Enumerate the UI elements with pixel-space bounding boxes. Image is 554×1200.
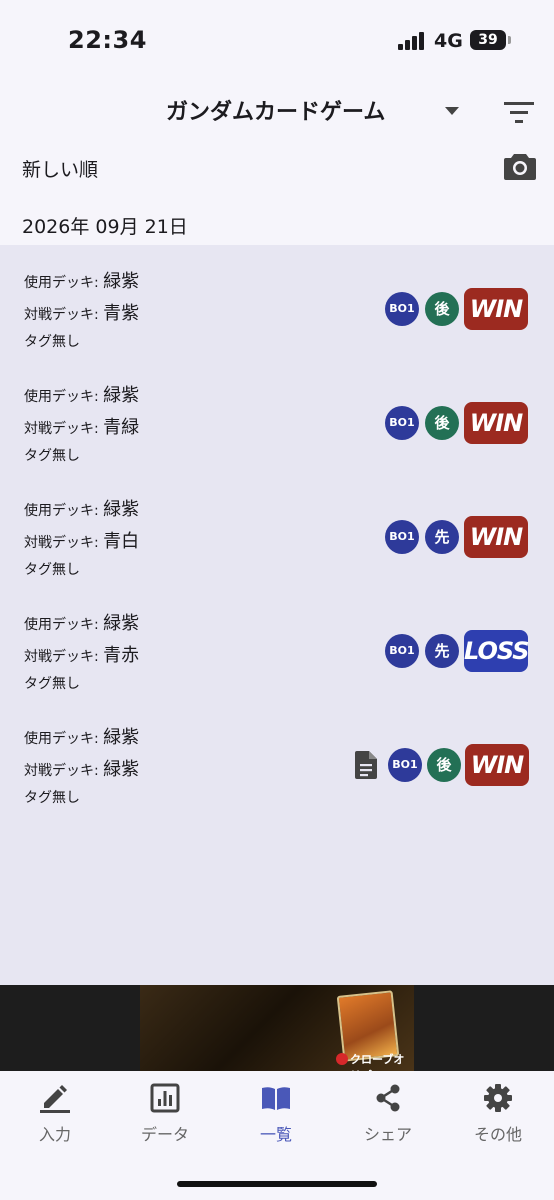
- tags-line: タグ無し: [24, 334, 80, 350]
- ad-logo-icon: [336, 1053, 348, 1065]
- format-badge: BO1: [385, 292, 419, 326]
- app-header: ガンダムカードゲーム: [0, 80, 554, 140]
- sort-row: 新しい順: [0, 145, 554, 190]
- opponent-deck-value: 青紫: [103, 303, 140, 324]
- chevron-down-icon: [445, 107, 459, 115]
- nav-label: 一覧: [259, 1125, 292, 1144]
- result-badge: WIN: [464, 402, 528, 444]
- used-deck-line: 使用デッキ: 緑紫: [24, 267, 139, 293]
- ad-image[interactable]: クローブオリパ: [140, 985, 414, 1071]
- app-title: ガンダムカードゲーム: [166, 100, 386, 125]
- game-selector[interactable]: ガンダムカードゲーム: [150, 90, 470, 130]
- home-indicator: [177, 1181, 377, 1187]
- battery-level: 39: [478, 32, 498, 48]
- match-row[interactable]: 使用デッキ: 緑紫 対戦デッキ: 青紫 タグ無し BO1 後 WIN: [0, 245, 554, 359]
- used-deck-value: 緑紫: [103, 385, 140, 406]
- nav-list[interactable]: 一覧: [221, 1071, 331, 1151]
- result-badge: WIN: [464, 288, 528, 330]
- turn-badge: 先: [425, 634, 459, 668]
- opponent-deck-label: 対戦デッキ:: [24, 307, 104, 323]
- format-badge: BO1: [385, 520, 419, 554]
- status-bar: 22:34 4G 39: [0, 0, 554, 80]
- format-badge: BO1: [388, 748, 422, 782]
- used-deck-label: 使用デッキ:: [24, 617, 104, 633]
- tags-line: タグ無し: [24, 790, 80, 806]
- used-deck-value: 緑紫: [103, 727, 140, 748]
- used-deck-line: 使用デッキ: 緑紫: [24, 381, 139, 407]
- nav-label: その他: [473, 1125, 522, 1144]
- used-deck-value: 緑紫: [103, 271, 140, 292]
- battery-icon: 39: [470, 30, 506, 50]
- used-deck-label: 使用デッキ:: [24, 389, 104, 405]
- match-row[interactable]: 使用デッキ: 緑紫 対戦デッキ: 緑紫 タグ無し BO1 後 WIN: [0, 701, 554, 815]
- tags-line: タグ無し: [24, 448, 80, 464]
- opponent-deck-label: 対戦デッキ:: [24, 649, 104, 665]
- opponent-deck-label: 対戦デッキ:: [24, 421, 104, 437]
- tags-line: タグ無し: [24, 676, 80, 692]
- match-row[interactable]: 使用デッキ: 緑紫 対戦デッキ: 青赤 タグ無し BO1 先 LOSS: [0, 587, 554, 701]
- share-icon: [376, 1084, 400, 1112]
- result-badge: LOSS: [464, 630, 530, 672]
- opponent-deck-value: 緑紫: [103, 759, 140, 780]
- nav-input[interactable]: 入力: [0, 1071, 110, 1151]
- used-deck-label: 使用デッキ:: [24, 275, 104, 291]
- chart-icon: [150, 1083, 180, 1113]
- result-badge: WIN: [465, 744, 529, 786]
- match-row[interactable]: 使用デッキ: 緑紫 対戦デッキ: 青白 タグ無し BO1 先 WIN: [0, 473, 554, 587]
- nav-other[interactable]: その他: [443, 1071, 553, 1151]
- turn-badge: 先: [425, 520, 459, 554]
- opponent-deck-value: 青赤: [103, 645, 140, 666]
- used-deck-line: 使用デッキ: 緑紫: [24, 723, 139, 749]
- nav-label: 入力: [38, 1125, 71, 1144]
- ad-banner[interactable]: クローブオリパ: [0, 985, 554, 1071]
- ad-brand: クローブオリパ: [350, 1053, 405, 1071]
- network-type: 4G: [434, 30, 463, 52]
- opponent-deck-line: 対戦デッキ: 青緑: [24, 413, 139, 439]
- match-list: 使用デッキ: 緑紫 対戦デッキ: 青紫 タグ無し BO1 後 WIN 使用デッキ…: [0, 245, 554, 985]
- opponent-deck-line: 対戦デッキ: 青赤: [24, 641, 139, 667]
- opponent-deck-label: 対戦デッキ:: [24, 763, 104, 779]
- opponent-deck-label: 対戦デッキ:: [24, 535, 104, 551]
- gear-icon: [484, 1084, 512, 1112]
- match-row[interactable]: 使用デッキ: 緑紫 対戦デッキ: 青緑 タグ無し BO1 後 WIN: [0, 359, 554, 473]
- filter-icon[interactable]: [504, 100, 534, 124]
- book-icon: [262, 1087, 290, 1110]
- nav-data[interactable]: データ: [110, 1071, 220, 1151]
- opponent-deck-value: 青白: [103, 531, 140, 552]
- camera-icon[interactable]: [503, 151, 537, 181]
- turn-badge: 後: [427, 748, 461, 782]
- used-deck-label: 使用デッキ:: [24, 503, 104, 519]
- used-deck-line: 使用デッキ: 緑紫: [24, 495, 139, 521]
- sort-order[interactable]: 新しい順: [22, 155, 98, 182]
- used-deck-value: 緑紫: [103, 499, 140, 520]
- tags-line: タグ無し: [24, 562, 80, 578]
- status-time: 22:34: [68, 26, 147, 54]
- date-header: 2026年 09月 21日: [22, 216, 188, 238]
- result-badge: WIN: [464, 516, 528, 558]
- opponent-deck-line: 対戦デッキ: 青白: [24, 527, 139, 553]
- opponent-deck-value: 青緑: [103, 417, 140, 438]
- used-deck-label: 使用デッキ:: [24, 731, 104, 747]
- note-icon: [355, 751, 377, 779]
- pencil-icon: [40, 1085, 70, 1113]
- signal-icon: [398, 32, 424, 50]
- used-deck-value: 緑紫: [103, 613, 140, 634]
- format-badge: BO1: [385, 406, 419, 440]
- turn-badge: 後: [425, 292, 459, 326]
- opponent-deck-line: 対戦デッキ: 青紫: [24, 299, 139, 325]
- battery-tip: [508, 36, 511, 44]
- nav-label: データ: [140, 1125, 189, 1144]
- used-deck-line: 使用デッキ: 緑紫: [24, 609, 139, 635]
- nav-share[interactable]: シェア: [333, 1071, 443, 1151]
- opponent-deck-line: 対戦デッキ: 緑紫: [24, 755, 139, 781]
- format-badge: BO1: [385, 634, 419, 668]
- nav-label: シェア: [363, 1125, 412, 1144]
- turn-badge: 後: [425, 406, 459, 440]
